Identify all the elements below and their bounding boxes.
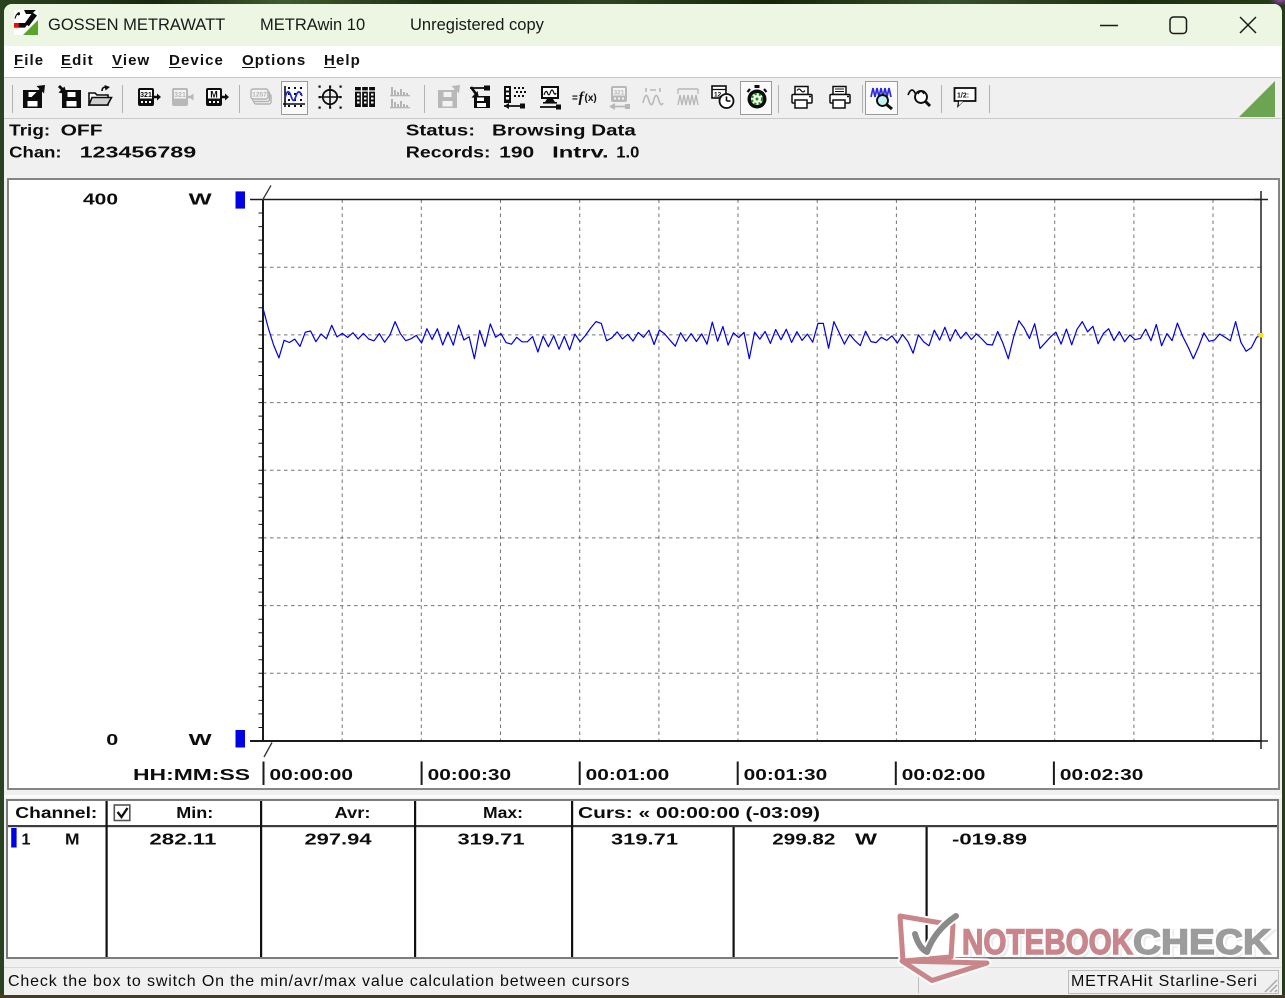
svg-text:00:02:30: 00:02:30 — [1060, 767, 1144, 784]
svg-text:299.82: 299.82 — [772, 832, 835, 849]
svg-text:M: M — [65, 832, 80, 849]
svg-text:Curs: « 00:00:00 (-03:09): Curs: « 00:00:00 (-03:09) — [578, 805, 820, 822]
svg-text:321: 321 — [140, 92, 152, 99]
svg-text:321: 321 — [174, 92, 186, 99]
svg-text:Status:: Status: — [406, 123, 475, 140]
svg-text:Avr:: Avr: — [335, 805, 371, 822]
svg-text:HH:MM:SS: HH:MM:SS — [133, 767, 250, 784]
svg-text:(x): (x) — [585, 93, 597, 104]
svg-text:00:02:00: 00:02:00 — [902, 767, 986, 784]
svg-text:00:00:00: 00:00:00 — [270, 767, 354, 784]
svg-text:W: W — [189, 192, 213, 209]
svg-text:W: W — [189, 732, 213, 749]
svg-text:Min:: Min: — [176, 805, 213, 822]
svg-text:Records:: Records: — [406, 145, 491, 162]
svg-text:321: 321 — [614, 90, 625, 97]
svg-text:282.11: 282.11 — [149, 832, 216, 849]
svg-text:1.0: 1.0 — [616, 145, 639, 162]
svg-text:Browsing Data: Browsing Data — [492, 123, 636, 140]
svg-text:190: 190 — [499, 145, 534, 162]
svg-text:319.71: 319.71 — [458, 832, 525, 849]
svg-text:1/2:: 1/2: — [957, 93, 969, 100]
svg-text:NOTEBOOK: NOTEBOOK — [962, 923, 1133, 962]
svg-text:0: 0 — [106, 732, 118, 749]
svg-text:Intrv.: Intrv. — [552, 145, 609, 162]
svg-text:1: 1 — [22, 832, 31, 849]
svg-text:Channel:: Channel: — [15, 805, 97, 822]
svg-text:00:01:00: 00:01:00 — [586, 767, 670, 784]
svg-text:Max:: Max: — [483, 805, 523, 822]
svg-text:W: W — [855, 832, 878, 849]
svg-text:400: 400 — [83, 192, 118, 209]
svg-text:M: M — [210, 90, 218, 100]
svg-text:319.71: 319.71 — [611, 832, 678, 849]
svg-text:-019.89: -019.89 — [952, 832, 1027, 849]
svg-text:1257: 1257 — [252, 92, 267, 99]
svg-text:Chan:: Chan: — [9, 145, 61, 162]
svg-text:Trig:: Trig: — [9, 123, 50, 140]
svg-text:OFF: OFF — [61, 123, 103, 140]
svg-text:123456789: 123456789 — [80, 145, 197, 162]
svg-text:297.94: 297.94 — [305, 832, 372, 849]
svg-text:00:01:30: 00:01:30 — [744, 767, 828, 784]
svg-text:00:00:30: 00:00:30 — [428, 767, 512, 784]
svg-text:=: = — [572, 93, 578, 104]
svg-text:CHECK: CHECK — [1133, 923, 1271, 962]
